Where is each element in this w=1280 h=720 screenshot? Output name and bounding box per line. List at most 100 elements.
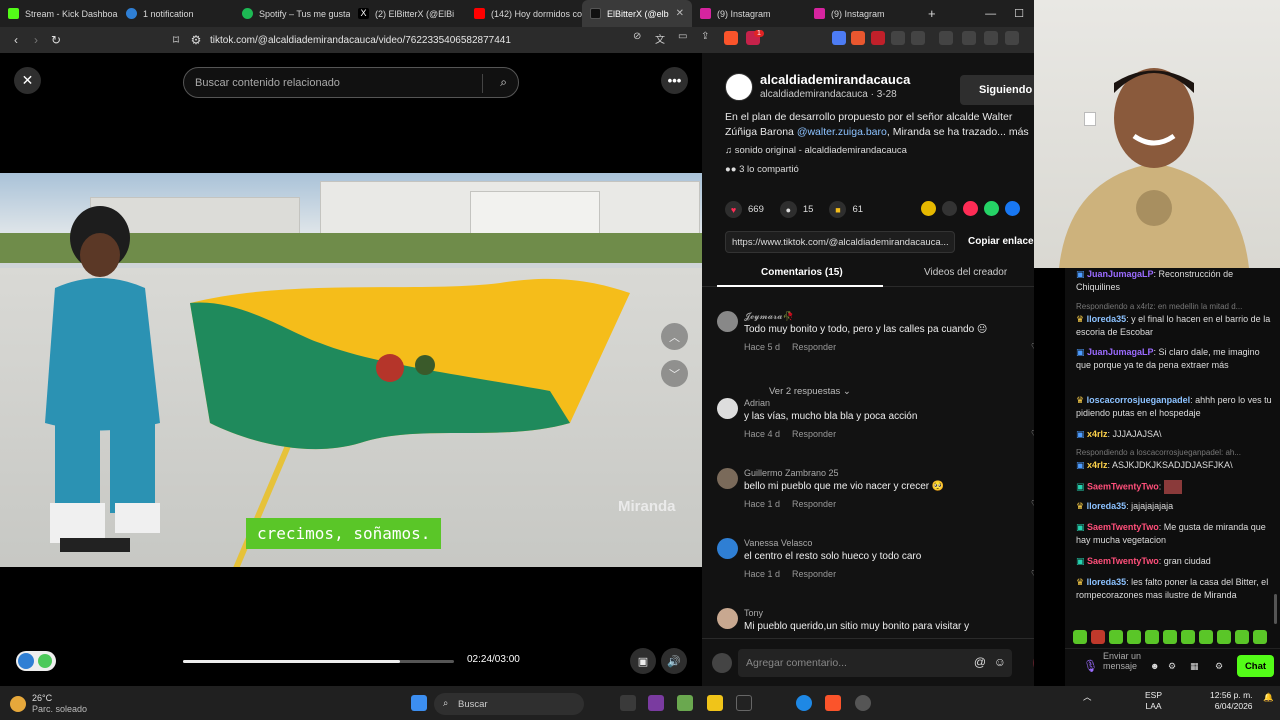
commenter-name[interactable]: Tony [744,608,763,618]
chat-username[interactable]: x4rlz [1087,429,1108,439]
view-replies-button[interactable]: Ver 2 respuestas ⌄ [769,386,851,397]
emote-picker-icon[interactable]: ☻ [1150,660,1159,673]
related-search-input[interactable]: Buscar contenido relacionado ⌕ [183,67,519,98]
sound-link[interactable]: ♫ sonido original - alcaldiademirandacau… [725,145,907,156]
bookmark-icon[interactable]: ■ [829,201,847,218]
post-link-field[interactable]: https://www.tiktok.com/@alcaldiademirand… [725,231,955,253]
cast-icon[interactable]: ▭ [678,31,692,45]
chat-username[interactable]: lloreda35 [1087,501,1127,511]
site-settings-icon[interactable]: ⚙ [186,33,206,47]
emote-icon[interactable] [1091,630,1105,644]
creator-username[interactable]: alcaldiademirandacauca [760,72,910,87]
bookmark-icon[interactable]: ⌑ [166,33,186,47]
store-icon[interactable]: ▦ [1190,660,1199,673]
chat-username[interactable]: JuanJumagaLP [1087,347,1154,357]
mention-icon[interactable]: @ [974,655,986,669]
brave-shield-icon[interactable] [724,31,738,45]
emoji-icon[interactable]: ☺ [994,655,1006,669]
emote-icon[interactable] [1163,630,1177,644]
facebook-icon[interactable] [1005,201,1020,216]
whatsapp-icon[interactable] [984,201,999,216]
commenter-avatar[interactable] [717,398,738,419]
tab-instagram-1[interactable]: (9) Instagram [692,0,806,27]
extension-icon[interactable] [851,31,865,45]
tab-creator-videos[interactable]: Videos del creador [924,267,1007,278]
reply-button[interactable]: Responder [792,342,836,352]
mic-icon[interactable]: 🎙 [1083,660,1098,673]
chat-scrollbar[interactable] [1274,594,1277,624]
chat-username[interactable]: x4rlz [1087,460,1108,470]
tab-youtube[interactable]: (142) Hoy dormidos co [466,0,582,27]
brave-icon[interactable] [825,695,841,711]
emote-icon[interactable] [1145,630,1159,644]
terminal-icon[interactable] [736,695,752,711]
emote-icon[interactable] [1109,630,1123,644]
commenter-name[interactable]: Vanessa Velasco [744,538,812,548]
chat-input[interactable]: Enviar un mensaje [1103,651,1143,671]
minimize-icon[interactable]: — [985,8,996,20]
comment-input[interactable]: Agregar comentario... @ ☺ [738,649,1012,677]
copilot-icon[interactable] [677,695,693,711]
share-coin-icon[interactable] [921,201,936,216]
new-tab-button[interactable]: + [920,0,944,27]
volume-button[interactable]: 🔊 [661,648,687,674]
chat-username[interactable]: SaemTwentyTwo [1087,481,1159,491]
send-chat-button[interactable]: Chat [1237,655,1274,677]
floating-player-toggle[interactable] [16,651,56,671]
previous-video-button[interactable]: ︿ [661,323,688,350]
shared-by[interactable]: ●● 3 lo compartió [725,164,799,175]
creator-avatar[interactable] [725,73,753,101]
obs-studio-icon[interactable] [855,695,871,711]
chat-username[interactable]: loscacorrosjueganpadel [1087,395,1191,405]
reply-button[interactable]: Responder [792,429,836,439]
embed-icon[interactable] [942,201,957,216]
weather-widget[interactable]: 26°C Parc. soleado [10,693,87,715]
next-video-button[interactable]: ﹀ [661,360,688,387]
windows-start-icon[interactable] [411,695,427,711]
clock[interactable]: 12:56 p. m. 6/04/2026 [1210,690,1253,712]
chat-username[interactable]: lloreda35 [1087,314,1127,324]
commenter-avatar[interactable] [717,311,738,332]
more-options-button[interactable]: ••• [661,67,688,94]
commenter-name[interactable]: Guillermo Zambrano 25 [744,468,839,478]
close-tab-icon[interactable]: ✕ [676,8,684,19]
video-frame[interactable]: crecimos, soñamos. Miranda [0,173,702,567]
app-icon[interactable] [648,695,664,711]
forward-icon[interactable]: › [26,33,46,47]
menu-icon[interactable] [939,31,953,45]
mention-link[interactable]: @walter.zuiga.baro [797,126,887,138]
emote-icon[interactable] [1199,630,1213,644]
puzzle-icon[interactable] [891,31,905,45]
tab-x[interactable]: X (2) ElBitterX (@ElBi [350,0,466,27]
close-video-button[interactable]: ✕ [14,67,41,94]
emote-icon[interactable] [1127,630,1141,644]
reply-button[interactable]: Responder [792,569,836,579]
tab-comments[interactable]: Comentarios (15) [761,267,843,278]
notification-bell-icon[interactable]: 🔔 [1263,692,1274,703]
url-field[interactable]: tiktok.com/@alcaldiademirandacauca/video… [210,35,511,46]
sidebar-icon[interactable] [962,31,976,45]
wallet-icon[interactable] [984,31,998,45]
chat-username[interactable]: SaemTwentyTwo [1087,522,1159,532]
tab-notification[interactable]: 1 notification [118,0,234,27]
taskbar-search[interactable]: ⌕ Buscar [434,693,584,715]
chat-username[interactable]: lloreda35 [1087,577,1127,587]
send-icon[interactable] [963,201,978,216]
translate-ext-icon[interactable] [832,31,846,45]
maximize-icon[interactable]: ☐ [1014,7,1024,20]
reply-button[interactable]: Responder [792,499,836,509]
progress-bar[interactable] [183,660,454,663]
following-button[interactable]: Siguiendo [960,75,1034,105]
emote-icon[interactable] [1235,630,1249,644]
leo-icon[interactable] [1005,31,1019,45]
gear-icon[interactable]: ⚙ [1215,660,1223,673]
file-explorer-icon[interactable] [707,695,723,711]
emote-icon[interactable] [1253,630,1267,644]
commenter-avatar[interactable] [717,608,738,629]
screenshot-icon[interactable] [911,31,925,45]
chat-username[interactable]: JuanJumagaLP [1087,269,1154,279]
tab-tiktok[interactable]: ElBitterX (@elb ✕ [582,0,692,27]
copy-link-button[interactable]: Copiar enlace [968,236,1034,247]
chat-username[interactable]: SaemTwentyTwo [1087,556,1159,566]
search-icon[interactable]: ⌕ [500,75,507,90]
